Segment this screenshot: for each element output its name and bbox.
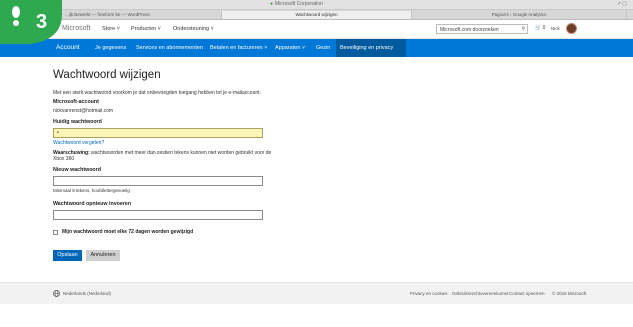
expire-checkbox-label[interactable]: Mijn wachtwoord moet elke 72 dagen worde… xyxy=(62,229,193,235)
account-label: Microsoft-account xyxy=(53,99,99,105)
step-badge: 3 xyxy=(0,0,62,44)
search-input[interactable]: Microsoft.com doorzoeken ⚲ xyxy=(436,24,528,34)
account-nav-devices-label: Apparaten xyxy=(275,45,301,51)
account-nav-billing[interactable]: Betalen en factureren ˅ xyxy=(206,39,271,57)
microsoft-logo[interactable]: Microsoft xyxy=(62,25,90,32)
globe-icon xyxy=(53,290,60,297)
nav-support-label: Ondersteuning xyxy=(173,26,210,32)
page-title: Wachtwoord wijzigen xyxy=(53,69,161,81)
step-number: 3 xyxy=(36,11,47,33)
footer-link-privacy[interactable]: Privacy en cookies xyxy=(410,291,448,296)
new-password-label: Nieuw wachtwoord xyxy=(53,167,101,173)
expire-checkbox[interactable] xyxy=(53,230,58,235)
nav-products-label: Producten xyxy=(131,26,157,32)
account-nav-devices[interactable]: Apparaten ˅ xyxy=(271,39,309,57)
repeat-password-label: Wachtwoord opnieuw invoeren xyxy=(53,201,132,207)
browser-tab-active[interactable]: Wachtwoord wijzigen xyxy=(222,11,412,19)
current-password-label: Huidig wachtwoord xyxy=(53,119,102,125)
intro-text: Met een sterk wachtwoord voorkom je dat … xyxy=(53,90,261,96)
xbox-warning: Waarschuwing: wachtwoorden met meer dan … xyxy=(53,150,283,162)
chevron-down-icon: ˅ xyxy=(210,26,214,32)
chevron-down-icon: ˅ xyxy=(264,45,268,51)
footer-link-contact[interactable]: Contact opnemen xyxy=(509,291,545,296)
account-nav: Account Je gegevens Services en abonneme… xyxy=(0,39,633,57)
cancel-button[interactable]: Annuleren xyxy=(86,250,120,261)
browser-tabbar: ...ijk Bewerkt — freeform be — WordPress… xyxy=(0,10,633,20)
site-footer: Nederlands (Nederland) Privacy en cookie… xyxy=(0,282,633,304)
chevron-down-icon: ˅ xyxy=(301,45,306,51)
chevron-down-icon: ˅ xyxy=(157,26,161,32)
account-nav-family[interactable]: Gezin xyxy=(312,39,334,57)
badge-background xyxy=(0,0,62,44)
account-nav-security[interactable]: Beveiliging en privacy xyxy=(336,39,406,57)
forgot-password-link[interactable]: Wachtwoord vergeten? xyxy=(53,140,104,146)
repeat-password-input[interactable] xyxy=(53,210,263,220)
current-password-input[interactable]: • xyxy=(53,128,263,138)
site-header: Microsoft Store ˅ Producten ˅ Ondersteun… xyxy=(0,20,633,39)
search-icon[interactable]: ⚲ xyxy=(521,26,525,32)
address-bar[interactable]: ● Microsoft Corporation xyxy=(270,1,323,7)
new-password-input[interactable] xyxy=(53,176,263,186)
nav-store-label: Store xyxy=(102,26,116,32)
account-nav-services[interactable]: Services en abonnementen xyxy=(132,39,207,57)
user-name[interactable]: Nick xyxy=(551,26,560,31)
browser-titlebar: ● Microsoft Corporation ↗ ▢ xyxy=(0,0,633,10)
lock-icon: ● xyxy=(270,1,274,7)
nav-products[interactable]: Producten ˅ xyxy=(131,26,161,32)
search-placeholder: Microsoft.com doorzoeken xyxy=(440,27,499,33)
account-nav-your-info[interactable]: Je gegevens xyxy=(91,39,130,57)
footer-link-terms[interactable]: Gebruiksrechtovereenkomst xyxy=(452,291,508,296)
cart-icon: 🛒 xyxy=(535,25,542,31)
footprint-icon xyxy=(12,6,20,26)
new-password-hint: Minimaal 8 tekens, hoofdlettergevoelig xyxy=(53,188,130,193)
toolbar-icons[interactable]: ↗ ▢ xyxy=(617,1,627,7)
account-nav-billing-label: Betalen en factureren xyxy=(210,45,263,51)
account-email: nickvanrenst@hotmail.com xyxy=(53,108,114,114)
cart-count: 0 xyxy=(542,25,546,31)
nav-store[interactable]: Store ˅ xyxy=(102,26,120,32)
cart-button[interactable]: 🛒 0 xyxy=(535,25,545,31)
footer-copyright: © 2015 Microsoft xyxy=(552,291,587,296)
avatar[interactable] xyxy=(566,23,577,34)
browser-tab[interactable]: Pagina's › Google Analytics xyxy=(412,11,627,19)
browser-tab[interactable]: ...ijk Bewerkt — freeform be — WordPress xyxy=(62,11,222,19)
save-button[interactable]: Opslaan xyxy=(53,250,82,261)
chevron-down-icon: ˅ xyxy=(116,26,120,32)
nav-support[interactable]: Ondersteuning ˅ xyxy=(173,26,214,32)
page-root: { "browser": { "address_text": "Microsof… xyxy=(0,0,633,327)
locale-selector[interactable]: Nederlands (Nederland) xyxy=(63,291,111,296)
address-text: Microsoft Corporation xyxy=(275,1,323,7)
